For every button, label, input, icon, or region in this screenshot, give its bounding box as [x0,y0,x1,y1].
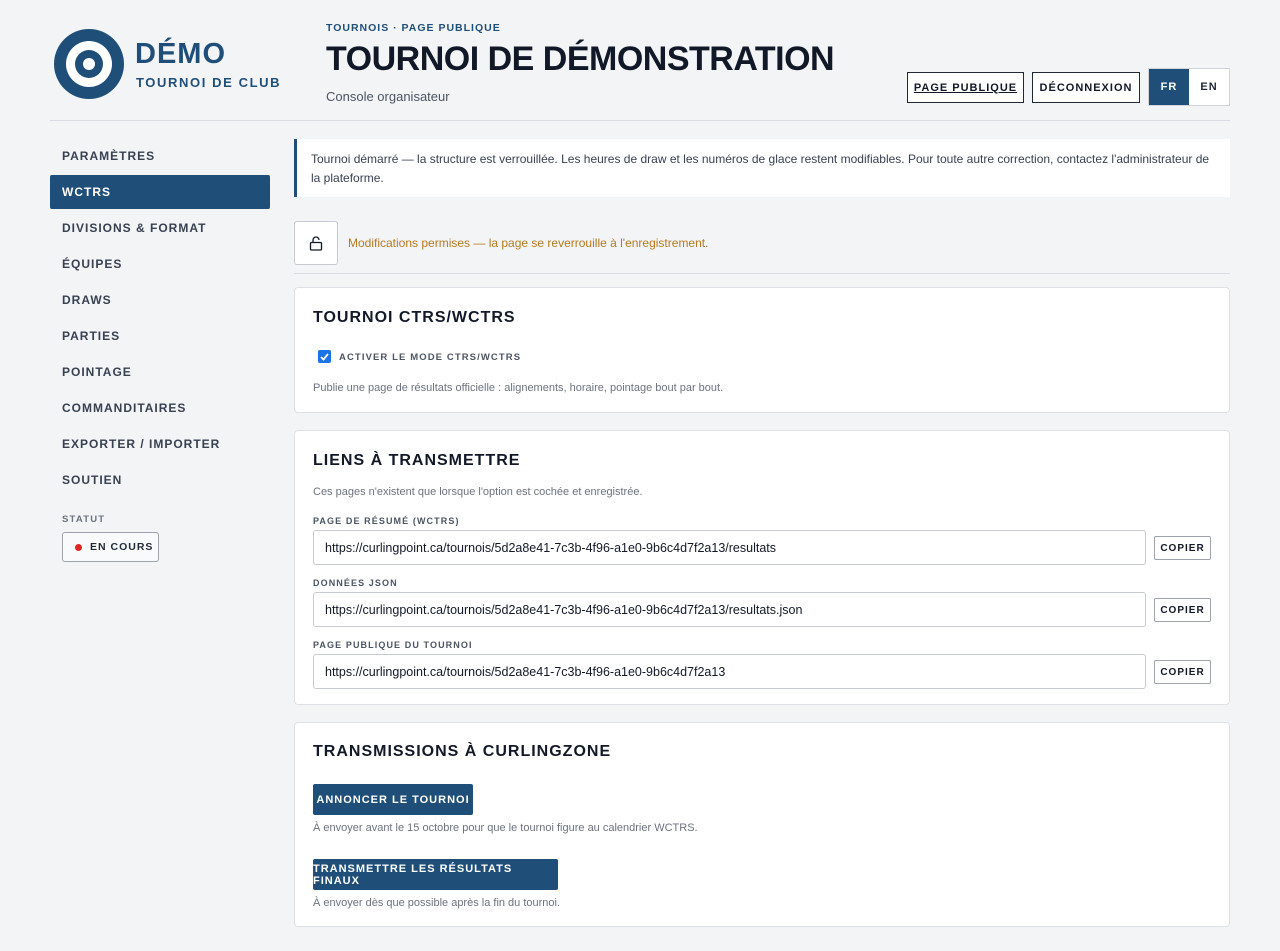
sidebar-item-pointage[interactable]: POINTAGE [50,355,270,389]
brand-subtitle: TOURNOI DE CLUB [136,75,282,90]
lang-fr-button[interactable]: FR [1149,69,1189,105]
logout-button[interactable]: DÉCONNEXION [1032,72,1140,103]
sidebar-item-soutien[interactable]: SOUTIEN [50,463,270,497]
public-page-button[interactable]: PAGE PUBLIQUE [907,72,1024,103]
unlock-icon [309,235,323,251]
club-logo [54,29,124,99]
sidebar-item-parties[interactable]: PARTIES [50,319,270,353]
copy-button[interactable]: COPIER [1154,598,1211,622]
sidebar-item-draws[interactable]: DRAWS [50,283,270,317]
wctrs-mode-label[interactable]: ACTIVER LE MODE CTRS/WCTRS [339,352,521,363]
announce-help: À envoyer avant le 15 octobre pour que l… [313,822,698,834]
send-final-results-button[interactable]: TRANSMETTRE LES RÉSULTATS FINAUX [313,859,558,890]
copy-button[interactable]: COPIER [1154,660,1211,684]
copy-button[interactable]: COPIER [1154,536,1211,560]
announce-tournament-button[interactable]: ANNONCER LE TOURNOI [313,784,473,815]
sidebar-item-parametres[interactable]: PARAMÈTRES [50,139,270,173]
lang-en-button[interactable]: EN [1189,69,1229,105]
final-help: À envoyer dès que possible après la fin … [313,897,561,909]
wctrs-mode-checkbox[interactable] [318,350,331,363]
status-value: EN COURS [90,541,154,553]
page-title: TOURNOI DE DÉMONSTRATION [326,40,835,78]
link-label: PAGE PUBLIQUE DU TOURNOI [313,640,473,650]
locked-notice: Tournoi démarré — la structure est verro… [294,139,1230,197]
sidebar-item-exporter[interactable]: EXPORTER / IMPORTER [50,427,270,461]
header-divider [50,120,1230,121]
sidebar-item-commanditaires[interactable]: COMMANDITAIRES [50,391,270,425]
links-help: Ces pages n'existent que lorsque l'optio… [313,486,643,498]
public-url-input[interactable]: https://curlingpoint.ca/tournois/5d2a8e4… [313,654,1146,689]
checkmark-icon [320,352,329,361]
json-url-input[interactable]: https://curlingpoint.ca/tournois/5d2a8e4… [313,592,1146,627]
breadcrumb: TOURNOIS · PAGE PUBLIQUE [326,22,501,34]
language-toggle: FR EN [1148,68,1230,106]
unlock-button[interactable] [294,221,338,265]
wctrs-help: Publie une page de résultats officielle … [313,382,724,394]
status-label: STATUT [62,514,106,525]
page-subtitle: Console organisateur [326,89,450,104]
curlingzone-card-title: TRANSMISSIONS À CURLINGZONE [313,743,612,760]
links-card: LIENS À TRANSMETTRE Ces pages n'existent… [294,430,1230,705]
link-label: DONNÉES JSON [313,578,398,588]
sidebar-item-divisions[interactable]: DIVISIONS & FORMAT [50,211,270,245]
status-dot-icon [75,543,82,551]
status-badge: EN COURS [62,532,159,562]
section-divider [294,273,1230,274]
summary-url-input[interactable]: https://curlingpoint.ca/tournois/5d2a8e4… [313,530,1146,565]
wctrs-card-title: TOURNOI CTRS/WCTRS [313,309,516,326]
wctrs-card: TOURNOI CTRS/WCTRS ACTIVER LE MODE CTRS/… [294,287,1230,413]
lock-message: Modifications permises — la page se reve… [348,236,709,250]
curlingzone-card: TRANSMISSIONS À CURLINGZONE ANNONCER LE … [294,722,1230,927]
brand-name: DÉMO [135,38,226,70]
link-label: PAGE DE RÉSUMÉ (WCTRS) [313,516,460,526]
links-card-title: LIENS À TRANSMETTRE [313,452,521,469]
sidebar-item-equipes[interactable]: ÉQUIPES [50,247,270,281]
sidebar-item-wctrs[interactable]: WCTRS [50,175,270,209]
